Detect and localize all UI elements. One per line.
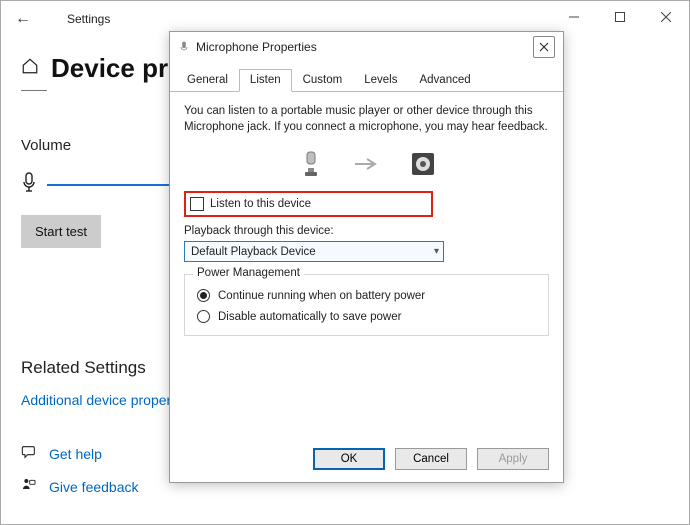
power-management-group: Power Management Continue running when o…: [184, 274, 549, 336]
minimize-button[interactable]: [551, 1, 597, 33]
power-management-legend: Power Management: [193, 267, 304, 279]
radio-disable[interactable]: [197, 310, 210, 323]
listen-checkbox-label[interactable]: Listen to this device: [210, 198, 311, 210]
listen-checkbox[interactable]: [190, 197, 204, 211]
playback-device-combobox[interactable]: Default Playback Device ▾: [184, 241, 444, 262]
playback-through-label: Playback through this device:: [184, 225, 549, 237]
radio-continue[interactable]: [197, 289, 210, 302]
listen-to-device-highlight: Listen to this device: [184, 191, 433, 217]
tab-custom[interactable]: Custom: [292, 69, 354, 92]
device-mic-icon: [297, 149, 325, 179]
radio-continue-row[interactable]: Continue running when on battery power: [197, 289, 536, 302]
close-settings-button[interactable]: [643, 1, 689, 33]
give-feedback-label: Give feedback: [49, 479, 139, 495]
microphone-icon: [21, 172, 37, 197]
settings-window-title: Settings: [67, 12, 110, 26]
dialog-title: Microphone Properties: [196, 40, 317, 54]
ok-button[interactable]: OK: [313, 448, 385, 470]
playback-device-selected: Default Playback Device: [191, 246, 316, 258]
feedback-icon: [21, 477, 37, 496]
tab-general[interactable]: General: [176, 69, 239, 92]
dialog-close-button[interactable]: [533, 36, 555, 58]
start-test-button[interactable]: Start test: [21, 215, 101, 248]
tab-levels[interactable]: Levels: [353, 69, 408, 92]
help-icon: [21, 444, 37, 463]
give-feedback-link[interactable]: Give feedback: [21, 477, 139, 496]
tab-advanced[interactable]: Advanced: [408, 69, 481, 92]
dialog-button-row: OK Cancel Apply: [170, 438, 563, 482]
cancel-button[interactable]: Cancel: [395, 448, 467, 470]
device-speaker-icon: [409, 149, 437, 179]
tab-listen[interactable]: Listen: [239, 69, 292, 92]
back-button[interactable]: ←: [7, 6, 39, 32]
chevron-down-icon: ▾: [434, 246, 439, 257]
apply-button[interactable]: Apply: [477, 448, 549, 470]
get-help-link[interactable]: Get help: [21, 444, 139, 463]
volume-slider[interactable]: [47, 184, 177, 186]
title-underline: [21, 90, 47, 91]
microphone-properties-dialog: Microphone Properties General Listen Cus…: [169, 31, 564, 483]
home-icon[interactable]: [21, 57, 39, 80]
tab-strip: General Listen Custom Levels Advanced: [170, 62, 563, 92]
arrow-right-icon: [353, 149, 381, 179]
radio-continue-label: Continue running when on battery power: [218, 290, 425, 302]
get-help-label: Get help: [49, 446, 102, 462]
dialog-mic-icon: [178, 41, 190, 53]
dialog-titlebar[interactable]: Microphone Properties: [170, 32, 563, 62]
maximize-button[interactable]: [597, 1, 643, 33]
radio-disable-label: Disable automatically to save power: [218, 311, 401, 323]
illustration-row: [184, 149, 549, 179]
listen-description: You can listen to a portable music playe…: [184, 104, 549, 135]
radio-disable-row[interactable]: Disable automatically to save power: [197, 310, 536, 323]
